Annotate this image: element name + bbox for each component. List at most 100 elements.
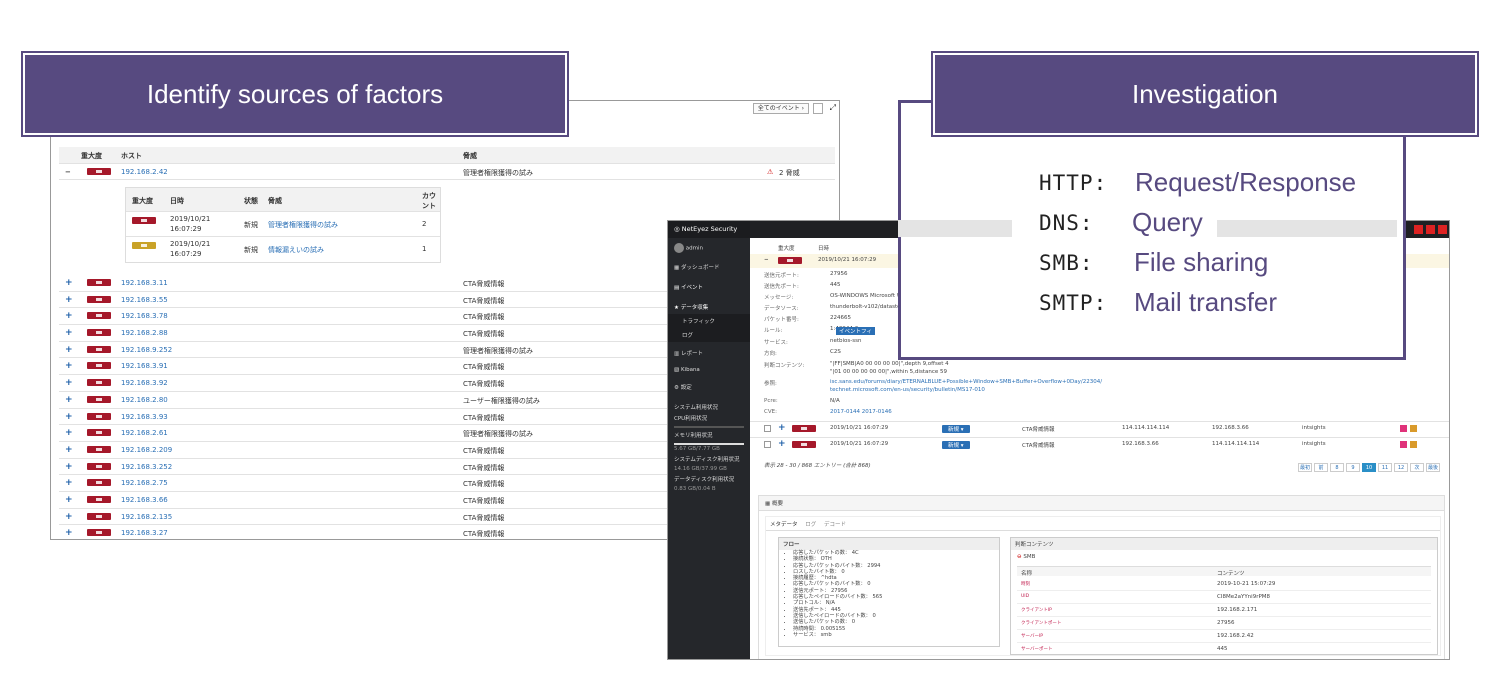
fullscreen-icon[interactable] [1414, 225, 1423, 234]
severity-badge [778, 257, 802, 266]
all-events-button[interactable]: 全てのイベント › [752, 103, 809, 114]
severity-badge [87, 462, 111, 472]
page-button[interactable]: 10 [1362, 463, 1376, 472]
row-checkbox[interactable] [764, 425, 771, 432]
host-link[interactable]: 192.168.9.252 [121, 346, 172, 354]
collapse-icon[interactable]: − [65, 168, 71, 176]
page-button[interactable]: 12 [1394, 463, 1408, 472]
detail-label: 送信先ポート: [764, 284, 799, 290]
host-link[interactable]: 192.168.2.75 [121, 479, 168, 487]
tab-metadata[interactable]: メタデータ [770, 522, 798, 528]
logout-icon[interactable] [1426, 225, 1435, 234]
table-row-expanded[interactable]: − 192.168.2.42 管理者権限獲得の試み ⚠ 2 脅威 [59, 164, 835, 181]
host-link[interactable]: 192.168.3.11 [121, 279, 168, 287]
status-title: システム利用状況 [674, 405, 718, 411]
host-link[interactable]: 192.168.3.78 [121, 312, 168, 320]
nav-events[interactable]: ▤ イベント [668, 280, 750, 294]
expand-icon[interactable]: ⤢ [830, 103, 836, 113]
expand-icon[interactable]: + [65, 278, 73, 288]
page-button[interactable]: 最初 [1298, 463, 1312, 472]
status-dropdown[interactable]: 新規 ▾ [942, 425, 970, 433]
expand-icon[interactable]: + [778, 423, 786, 433]
expand-icon[interactable]: + [65, 512, 73, 522]
memory-label: メモリ利用状況 [674, 433, 713, 439]
right-banner: Investigation [931, 51, 1479, 137]
host-link[interactable]: 192.168.3.66 [121, 496, 168, 504]
nav-log[interactable]: ログ [668, 328, 750, 342]
sub-threat-link[interactable]: 管理者権限獲得の試み [268, 220, 338, 230]
severity-badge [87, 495, 111, 505]
user-row[interactable]: admin [668, 238, 750, 256]
expand-icon[interactable]: + [65, 395, 73, 405]
square-button[interactable] [813, 103, 823, 114]
expand-icon[interactable]: + [65, 378, 73, 388]
host-link[interactable]: 192.168.3.91 [121, 362, 168, 370]
host-link[interactable]: 192.168.3.93 [121, 413, 168, 421]
kibana-icon[interactable] [1400, 425, 1407, 432]
tab-decode[interactable]: デコード [824, 522, 846, 528]
expand-icon[interactable]: + [65, 361, 73, 371]
host-link[interactable]: 192.168.2.42 [121, 168, 168, 176]
host-link[interactable]: 192.168.2.80 [121, 396, 168, 404]
sub-date: 2019/10/21 [170, 240, 211, 248]
collapse-icon[interactable]: − [764, 257, 769, 263]
nav-traffic[interactable]: トラフィック [668, 314, 750, 328]
event-source: intsights [1302, 441, 1326, 447]
nav-report[interactable]: ▥ レポート [668, 346, 750, 360]
expand-icon[interactable]: + [65, 462, 73, 472]
host-link[interactable]: 192.168.3.27 [121, 529, 168, 537]
page-button[interactable]: 次 [1410, 463, 1424, 472]
host-link[interactable]: 192.168.3.92 [121, 379, 168, 387]
kibana-icon[interactable] [1400, 441, 1407, 448]
content-row: サーバーポート 445 [1017, 643, 1431, 656]
page-button[interactable]: 最後 [1426, 463, 1440, 472]
nav-dashboard[interactable]: ▦ ダッシュボード [668, 260, 750, 274]
tool-icon[interactable] [1410, 441, 1417, 448]
expand-icon[interactable]: + [65, 328, 73, 338]
memory-value: 5.67 GB/7.77 GB [674, 446, 720, 452]
host-link[interactable]: 192.168.2.88 [121, 329, 168, 337]
expand-icon[interactable]: + [65, 528, 73, 538]
menu-icon[interactable] [1438, 225, 1447, 234]
tool-icon[interactable] [1410, 425, 1417, 432]
threat-text: 管理者権限獲得の試み [463, 346, 533, 355]
sub-threat-link[interactable]: 情報漏えいの試み [268, 245, 324, 255]
host-link[interactable]: 192.168.3.252 [121, 463, 172, 471]
detail-value: 27956 [830, 271, 848, 277]
gray-band [898, 220, 1012, 237]
col-threat: 脅威 [463, 152, 477, 160]
page-button[interactable]: 8 [1330, 463, 1344, 472]
event-time: 2019/10/21 16:07:29 [818, 257, 877, 263]
disk-label: システムディスク利用状況 [674, 457, 740, 463]
event-dst: 114.114.114.114 [1212, 441, 1260, 447]
expand-icon[interactable]: + [778, 439, 786, 449]
nav-data-collection[interactable]: ★ データ収集 [668, 300, 750, 314]
expand-icon[interactable]: + [65, 495, 73, 505]
expand-icon[interactable]: + [65, 428, 73, 438]
expand-icon[interactable]: + [65, 311, 73, 321]
nav-settings[interactable]: ⚙ 設定 [668, 380, 750, 394]
expand-icon[interactable]: + [65, 445, 73, 455]
nav-label: Kibana [680, 367, 700, 373]
page-button[interactable]: 11 [1378, 463, 1392, 472]
row-checkbox[interactable] [764, 441, 771, 448]
protocol-label: SMTP: [1039, 291, 1108, 315]
host-link[interactable]: 192.168.2.209 [121, 446, 172, 454]
subtable-row[interactable]: 2019/10/21 16:07:29 新規 情報漏えいの試み 1 [126, 237, 440, 262]
nav-kibana[interactable]: ▧ Kibana [668, 364, 750, 376]
tab-log[interactable]: ログ [805, 522, 816, 528]
expand-icon[interactable]: + [65, 295, 73, 305]
page-button[interactable]: 9 [1346, 463, 1360, 472]
status-dropdown[interactable]: 新規 ▾ [942, 441, 970, 449]
host-link[interactable]: 192.168.2.61 [121, 429, 168, 437]
page-button[interactable]: 前 [1314, 463, 1328, 472]
content-value: CI8Me2aYYni9rPM8 [1217, 594, 1271, 600]
expand-icon[interactable]: + [65, 345, 73, 355]
remove-icon[interactable]: ⊖ [1017, 554, 1022, 560]
host-link[interactable]: 192.168.3.55 [121, 296, 168, 304]
nav-label: データ収集 [680, 305, 709, 311]
expand-icon[interactable]: + [65, 412, 73, 422]
host-link[interactable]: 192.168.2.135 [121, 513, 172, 521]
subtable-row[interactable]: 2019/10/21 16:07:29 新規 管理者権限獲得の試み 2 [126, 212, 440, 237]
expand-icon[interactable]: + [65, 478, 73, 488]
